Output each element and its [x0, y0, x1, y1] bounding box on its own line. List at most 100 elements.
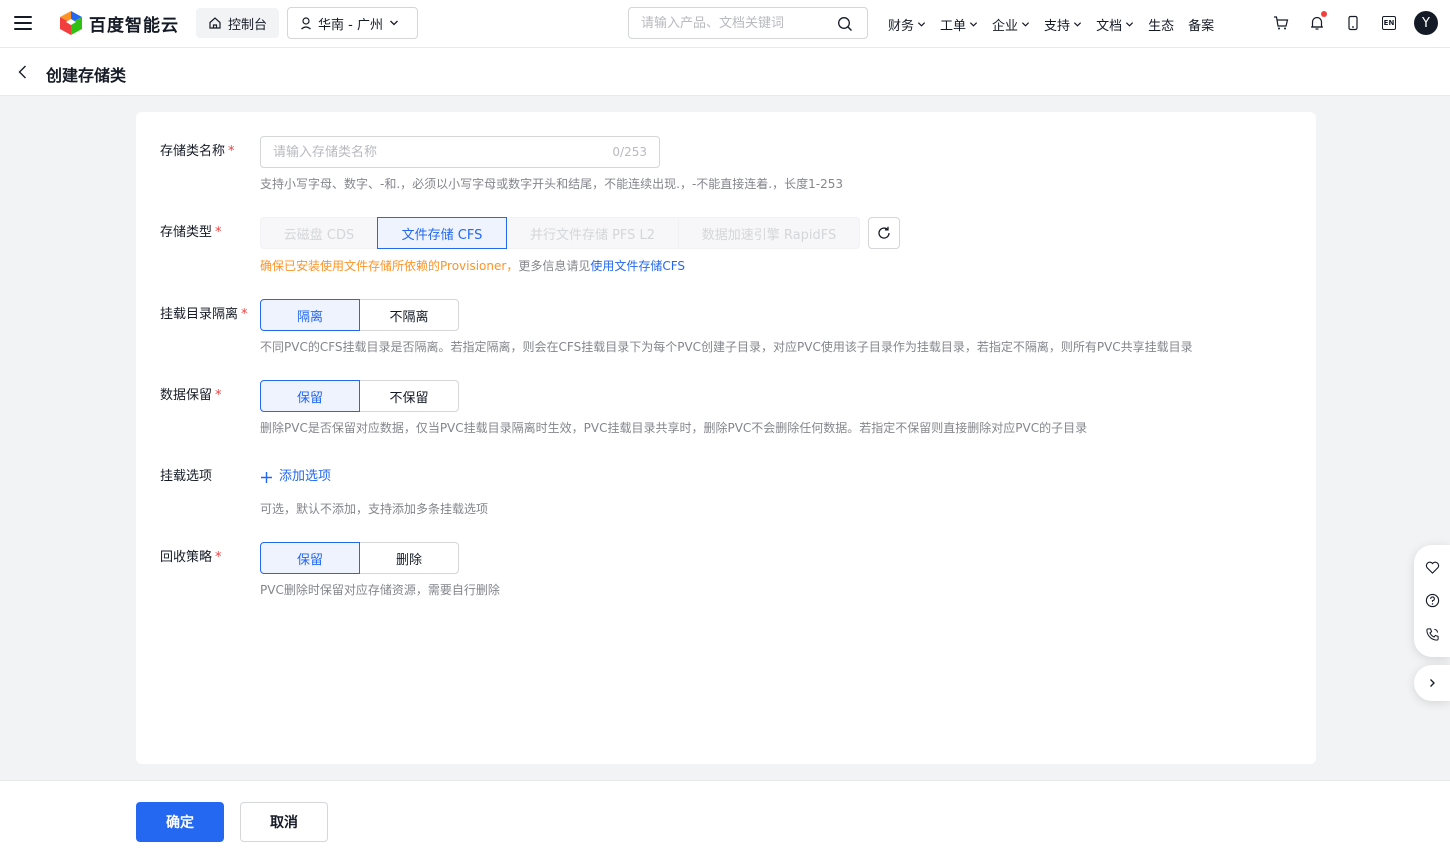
data-retention-selector: 保留 不保留	[260, 380, 459, 412]
confirm-button[interactable]: 确定	[136, 802, 224, 842]
storage-type-option-pfs: 并行文件存储 PFS L2	[506, 217, 679, 249]
plus-icon	[261, 471, 272, 483]
mount-isolation-option-isolate[interactable]: 隔离	[260, 299, 360, 331]
menu-item-support[interactable]: 支持	[1044, 15, 1082, 34]
name-control: 0/253	[260, 136, 660, 168]
chevron-down-icon	[1126, 21, 1134, 27]
menu-icon[interactable]	[14, 14, 32, 32]
mount-isolation-option-shared[interactable]: 不隔离	[359, 299, 459, 331]
storage-type-help: 确保已安装使用文件存储所依赖的Provisioner，更多信息请见使用文件存储C…	[260, 257, 685, 274]
brand-logo-icon	[60, 11, 82, 35]
chevron-down-icon	[1021, 21, 1030, 27]
form-label: 回收策略 *	[160, 542, 222, 574]
required-mark: *	[215, 388, 222, 403]
name-field: 0/253	[260, 136, 660, 168]
reclaim-policy-help: PVC删除时保留对应存储资源，需要自行删除	[260, 583, 500, 597]
back-arrow-icon[interactable]	[14, 63, 32, 81]
required-mark: *	[241, 307, 248, 322]
menu-item-label: 生态	[1148, 18, 1175, 34]
expand-toolbar-button[interactable]	[1414, 665, 1450, 701]
floating-toolbar	[1414, 545, 1450, 657]
data-retention-help: 删除PVC是否保留对应数据，仅当PVC挂载目录隔离时生效，PVC挂载目录共享时，…	[260, 421, 1088, 435]
data-retention-option-discard[interactable]: 不保留	[359, 380, 459, 412]
name-help: 支持小写字母、数字、-和.，必须以小写字母或数字开头和结尾，不能连续出现.，-不…	[260, 177, 843, 191]
menu-item-docs[interactable]: 文档	[1096, 15, 1134, 34]
cfs-doc-link[interactable]: 使用文件存储CFS	[590, 259, 685, 273]
menu-item-label: 备案	[1188, 18, 1215, 34]
console-label: 控制台	[228, 17, 268, 33]
name-label: 存储类名称	[160, 144, 226, 159]
menu-item-ecosystem[interactable]: 生态	[1148, 15, 1174, 34]
menu-item-enterprise[interactable]: 企业	[992, 15, 1030, 34]
top-icon-group: EN	[1270, 11, 1414, 34]
refresh-icon	[878, 226, 890, 239]
help-icon[interactable]	[1422, 591, 1442, 611]
mount-isolation-label: 挂载目录隔离	[160, 307, 239, 322]
chevron-right-icon	[1430, 679, 1435, 687]
mount-isolation-help: 不同PVC的CFS挂载目录是否隔离。若指定隔离，则会在CFS挂载目录下为每个PV…	[260, 340, 1193, 354]
console-button[interactable]: 控制台	[196, 8, 280, 38]
required-mark: *	[215, 550, 222, 565]
data-retention-control: 保留 不保留	[260, 380, 459, 412]
refresh-button[interactable]	[868, 217, 900, 249]
heart-icon[interactable]	[1422, 558, 1442, 578]
top-navbar: 百度智能云 控制台 华南 - 广州 财务 工单 企业 支持 文档 生态 备案	[0, 0, 1450, 48]
language-label: EN	[1382, 16, 1396, 30]
form-label: 数据保留 *	[160, 380, 222, 412]
home-icon	[209, 17, 221, 29]
provisioner-warning: 确保已安装使用文件存储所依赖的Provisioner，	[260, 259, 519, 273]
mount-options-help: 可选，默认不添加，支持添加多条挂载选项	[260, 502, 489, 516]
location-icon	[301, 17, 311, 30]
data-retention-option-keep[interactable]: 保留	[260, 380, 360, 412]
menu-item-filing[interactable]: 备案	[1188, 15, 1214, 34]
storage-type-control: 云磁盘 CDS 文件存储 CFS 并行文件存储 PFS L2 数据加速引擎 Ra…	[260, 217, 900, 249]
more-info-text: 更多信息请见	[518, 259, 591, 273]
storage-type-option-rapidfs: 数据加速引擎 RapidFS	[678, 217, 860, 249]
menu-item-finance[interactable]: 财务	[888, 15, 926, 34]
form-label: 存储类型 *	[160, 217, 222, 249]
menu-item-label: 财务	[888, 18, 915, 34]
avatar[interactable]: Y	[1414, 11, 1438, 35]
region-label: 华南 - 广州	[318, 17, 383, 33]
page-header: 创建存储类	[0, 48, 1450, 96]
storage-type-selector: 云磁盘 CDS 文件存储 CFS 并行文件存储 PFS L2 数据加速引擎 Ra…	[260, 217, 860, 249]
reclaim-policy-option-retain[interactable]: 保留	[260, 542, 360, 574]
page-title: 创建存储类	[46, 66, 127, 85]
language-icon[interactable]: EN	[1378, 12, 1400, 34]
brand-name: 百度智能云	[89, 15, 179, 36]
mobile-icon[interactable]	[1342, 12, 1364, 34]
storage-type-option-cfs[interactable]: 文件存储 CFS	[377, 217, 507, 249]
region-selector[interactable]: 华南 - 广州	[287, 7, 418, 39]
form-label: 挂载目录隔离 *	[160, 299, 248, 331]
storage-type-label: 存储类型	[160, 225, 213, 240]
required-mark: *	[228, 144, 235, 159]
menu-item-label: 文档	[1096, 18, 1123, 34]
char-counter: 0/253	[612, 145, 647, 159]
form-label: 存储类名称 *	[160, 136, 235, 168]
search-icon[interactable]	[837, 16, 853, 32]
menu-item-tickets[interactable]: 工单	[940, 15, 978, 34]
chevron-down-icon	[1073, 21, 1082, 27]
chevron-down-icon	[390, 20, 398, 26]
add-option-button[interactable]: 添加选项	[260, 461, 331, 493]
required-mark: *	[215, 225, 222, 240]
cart-icon[interactable]	[1270, 12, 1292, 34]
form-label: 挂载选项	[160, 461, 212, 493]
notification-dot	[1321, 11, 1327, 17]
add-option-label: 添加选项	[279, 469, 332, 484]
form-card: 存储类名称* 0/253 支持小写字母、数字、-和.，必须以小写字母或数字开头和…	[136, 112, 1316, 764]
reclaim-policy-control: 保留 删除	[260, 542, 459, 574]
reclaim-policy-option-delete[interactable]: 删除	[359, 542, 459, 574]
brand-logo[interactable]: 百度智能云	[59, 10, 179, 36]
global-search	[628, 7, 868, 39]
mount-options-label: 挂载选项	[160, 469, 213, 484]
phone-icon[interactable]	[1422, 624, 1442, 644]
menu-item-label: 支持	[1044, 18, 1071, 34]
top-menu: 财务 工单 企业 支持 文档 生态 备案	[888, 0, 1228, 48]
menu-item-label: 工单	[940, 18, 967, 34]
bell-icon[interactable]	[1306, 11, 1328, 34]
cancel-button[interactable]: 取消	[240, 802, 328, 842]
mount-isolation-control: 隔离 不隔离	[260, 299, 459, 331]
name-input[interactable]	[273, 144, 613, 160]
search-input[interactable]	[641, 15, 831, 31]
